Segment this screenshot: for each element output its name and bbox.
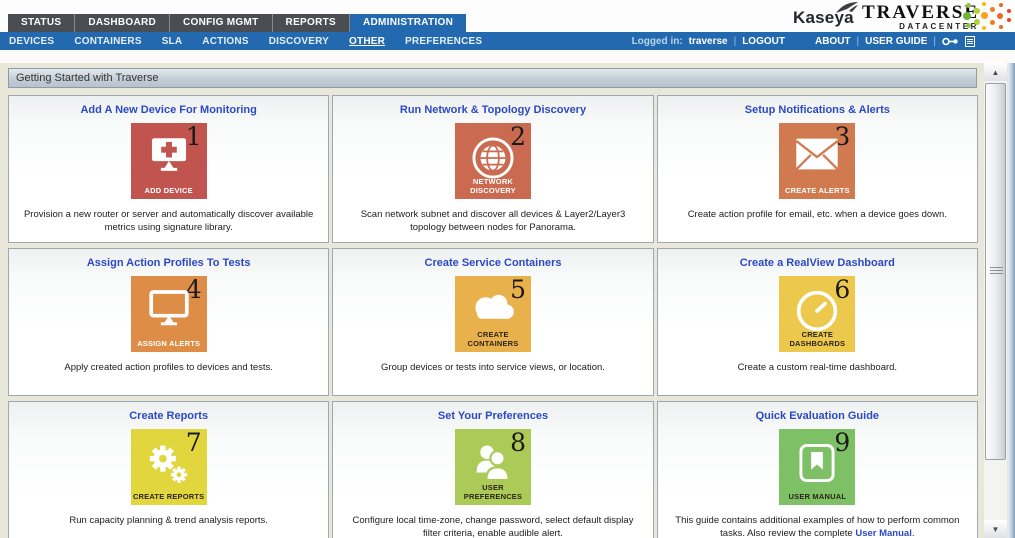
user-preferences-tile[interactable]: 8 USER PREFERENCES bbox=[455, 429, 531, 505]
tab-administration[interactable]: ADMINISTRATION bbox=[350, 14, 466, 32]
logout-link[interactable]: LOGOUT bbox=[742, 36, 785, 47]
assign-alerts-title-link[interactable]: Assign Action Profiles To Tests bbox=[9, 257, 328, 269]
scroll-down-button[interactable]: ▼ bbox=[984, 520, 1007, 538]
tile-label: NETWORK DISCOVERY bbox=[455, 177, 531, 195]
create-dashboards-tile[interactable]: 6 CREATE DASHBOARDS bbox=[779, 276, 855, 352]
create-alerts-tile[interactable]: 3 CREATE ALERTS bbox=[779, 123, 855, 199]
window-edge bbox=[1008, 63, 1015, 538]
create-alerts-title-link[interactable]: Setup Notifications & Alerts bbox=[658, 104, 977, 116]
subnav-item-actions[interactable]: ACTIONS bbox=[202, 36, 248, 47]
user-manual-title-link[interactable]: Quick Evaluation Guide bbox=[658, 410, 977, 422]
users-icon bbox=[455, 442, 531, 482]
page-title: Getting Started with Traverse bbox=[8, 68, 977, 88]
kaseya-swoosh-icon bbox=[835, 1, 859, 19]
create-reports-tile[interactable]: 7 CREATE REPORTS bbox=[131, 429, 207, 505]
subnav-item-other[interactable]: OTHER bbox=[349, 36, 385, 47]
add-device-title-link[interactable]: Add A New Device For Monitoring bbox=[9, 104, 328, 116]
subnav-item-discovery[interactable]: DISCOVERY bbox=[269, 36, 329, 47]
scrollbar-thumb[interactable] bbox=[985, 83, 1006, 460]
tile-label: USER MANUAL bbox=[779, 492, 855, 501]
card-create-dashboards: Create a RealView Dashboard 6 CREATE DAS… bbox=[657, 248, 978, 396]
card-network-discovery: Run Network & Topology Discovery 2 NETWO… bbox=[332, 95, 653, 243]
network-discovery-title-link[interactable]: Run Network & Topology Discovery bbox=[333, 104, 652, 116]
monitor-icon bbox=[131, 289, 207, 329]
tab-reports[interactable]: REPORTS bbox=[273, 14, 350, 32]
user-guide-link[interactable]: USER GUIDE bbox=[865, 36, 927, 47]
scroll-up-button[interactable]: ▲ bbox=[984, 63, 1007, 81]
card-user-preferences: Set Your Preferences 8 USER PREFERENCES … bbox=[332, 401, 653, 538]
subnav: DEVICES CONTAINERS SLA ACTIONS DISCOVERY… bbox=[0, 36, 482, 47]
card-description: Configure local time-zone, change passwo… bbox=[343, 514, 642, 538]
tile-label: USER PREFERENCES bbox=[455, 483, 531, 501]
cloud-icon bbox=[455, 289, 531, 323]
card-description: Provision a new router or server and aut… bbox=[19, 208, 318, 235]
about-link[interactable]: ABOUT bbox=[815, 36, 851, 47]
subnav-item-sla[interactable]: SLA bbox=[162, 36, 183, 47]
traverse-logo-dots bbox=[963, 1, 1015, 32]
window-icon[interactable] bbox=[965, 36, 975, 47]
create-containers-title-link[interactable]: Create Service Containers bbox=[333, 257, 652, 269]
gears-icon bbox=[131, 442, 207, 486]
vertical-scrollbar[interactable]: ▲ ▼ bbox=[984, 63, 1007, 538]
card-description: Create a custom real-time dashboard. bbox=[668, 361, 967, 374]
tab-status[interactable]: STATUS bbox=[8, 14, 75, 32]
logged-in-label: Logged in: bbox=[632, 36, 683, 47]
separator: | bbox=[734, 36, 737, 47]
traverse-logo: TRAVERSE DATACENTER bbox=[862, 3, 979, 31]
subnav-item-containers[interactable]: CONTAINERS bbox=[74, 36, 141, 47]
nav-right: Logged in: traverse | LOGOUT ABOUT | USE… bbox=[632, 36, 1015, 47]
subnav-item-preferences[interactable]: PREFERENCES bbox=[405, 36, 482, 47]
main-tabs: STATUS DASHBOARD CONFIG MGMT REPORTS ADM… bbox=[8, 14, 466, 32]
tile-label: CREATE DASHBOARDS bbox=[779, 330, 855, 348]
key-icon[interactable] bbox=[942, 37, 959, 46]
card-user-manual: Quick Evaluation Guide 9 USER MANUAL Thi… bbox=[657, 401, 978, 538]
traverse-logo-text: TRAVERSE bbox=[862, 3, 979, 22]
card-create-reports: Create Reports 7 CREATE REPORTS Run capa… bbox=[8, 401, 329, 538]
tab-dashboard[interactable]: DASHBOARD bbox=[75, 14, 170, 32]
create-containers-tile[interactable]: 5 CREATE CONTAINERS bbox=[455, 276, 531, 352]
assign-alerts-tile[interactable]: 4 ASSIGN ALERTS bbox=[131, 276, 207, 352]
create-reports-title-link[interactable]: Create Reports bbox=[9, 410, 328, 422]
tab-config-mgmt[interactable]: CONFIG MGMT bbox=[170, 14, 273, 32]
card-create-containers: Create Service Containers 5 CREATE CONTA… bbox=[332, 248, 653, 396]
card-description: Scan network subnet and discover all dev… bbox=[343, 208, 642, 235]
scrollbar-grip bbox=[990, 267, 1003, 276]
card-description: Group devices or tests into service view… bbox=[343, 361, 642, 374]
tile-label: ASSIGN ALERTS bbox=[131, 339, 207, 348]
add-device-tile[interactable]: 1 ADD DEVICE bbox=[131, 123, 207, 199]
getting-started-grid: Add A New Device For Monitoring 1 ADD DE… bbox=[8, 95, 978, 538]
tile-label: CREATE CONTAINERS bbox=[455, 330, 531, 348]
card-create-alerts: Setup Notifications & Alerts 3 CREATE AL… bbox=[657, 95, 978, 243]
tile-label: ADD DEVICE bbox=[131, 186, 207, 195]
card-description: Create action profile for email, etc. wh… bbox=[668, 208, 967, 221]
network-discovery-tile[interactable]: 2 NETWORK DISCOVERY bbox=[455, 123, 531, 199]
globe-icon bbox=[455, 136, 531, 180]
separator: | bbox=[857, 36, 860, 47]
tile-label: CREATE ALERTS bbox=[779, 186, 855, 195]
subnav-item-devices[interactable]: DEVICES bbox=[9, 36, 54, 47]
book-bookmark-icon bbox=[779, 442, 855, 484]
envelope-icon bbox=[779, 136, 855, 172]
content-top-strip bbox=[0, 50, 1015, 63]
secondary-navbar: DEVICES CONTAINERS SLA ACTIONS DISCOVERY… bbox=[0, 32, 1015, 50]
traverse-logo-subtext: DATACENTER bbox=[862, 22, 979, 31]
gauge-icon bbox=[779, 289, 855, 333]
logged-in-username: traverse bbox=[689, 36, 728, 47]
tile-label: CREATE REPORTS bbox=[131, 492, 207, 501]
user-preferences-title-link[interactable]: Set Your Preferences bbox=[333, 410, 652, 422]
card-assign-alerts: Assign Action Profiles To Tests 4 ASSIGN… bbox=[8, 248, 329, 396]
top-band: STATUS DASHBOARD CONFIG MGMT REPORTS ADM… bbox=[0, 0, 1015, 32]
card-description: Apply created action profiles to devices… bbox=[19, 361, 318, 374]
card-description: Run capacity planning & trend analysis r… bbox=[19, 514, 318, 527]
create-dashboards-title-link[interactable]: Create a RealView Dashboard bbox=[658, 257, 977, 269]
card-add-device: Add A New Device For Monitoring 1 ADD DE… bbox=[8, 95, 329, 243]
monitor-plus-icon bbox=[131, 136, 207, 176]
user-manual-link[interactable]: User Manual bbox=[855, 528, 912, 538]
user-manual-tile[interactable]: 9 USER MANUAL bbox=[779, 429, 855, 505]
separator: | bbox=[933, 36, 936, 47]
card-description: This guide contains additional examples … bbox=[668, 514, 967, 538]
